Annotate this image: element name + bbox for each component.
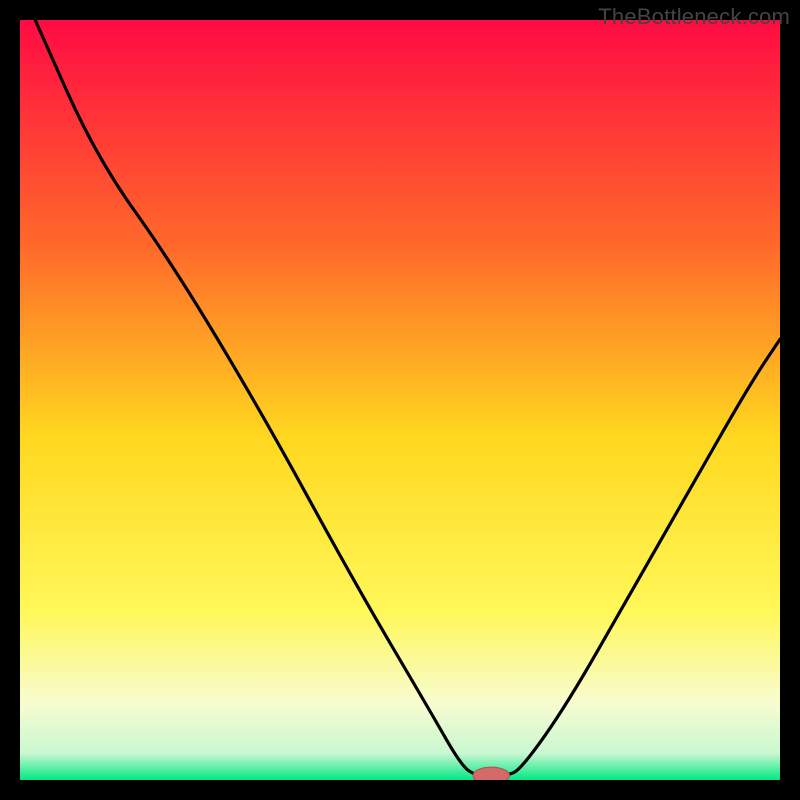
optimal-marker	[473, 767, 509, 780]
gradient-background	[20, 20, 780, 780]
bottleneck-chart	[20, 20, 780, 780]
watermark-text: TheBottleneck.com	[598, 4, 790, 30]
chart-frame: TheBottleneck.com	[0, 0, 800, 800]
plot-area	[20, 20, 780, 780]
